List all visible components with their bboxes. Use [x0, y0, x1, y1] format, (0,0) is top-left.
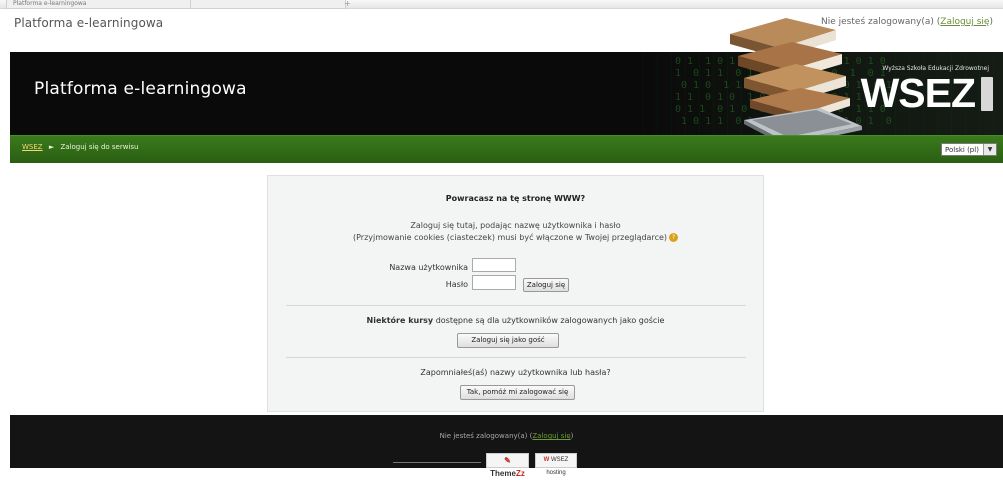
navbar: WSEZ ► Zaloguj się do serwisu Polski (pl… [10, 135, 1003, 164]
login-link[interactable]: Zaloguj się [940, 17, 989, 27]
books-laptop-illustration [730, 18, 862, 146]
password-input[interactable] [472, 275, 516, 290]
breadcrumb-separator: ► [48, 143, 55, 151]
username-label: Nazwa użytkownika [389, 263, 468, 272]
help-icon[interactable]: ? [669, 233, 679, 242]
cookies-note: (Przyjmowanie cookies (ciasteczek) musi … [268, 233, 763, 242]
breadcrumb-home-link[interactable]: WSEZ [22, 143, 43, 151]
login-button[interactable]: Zaloguj się [523, 278, 569, 292]
logo-text: WSEZ [860, 70, 976, 116]
site-footer: Nie jesteś zalogowany(a) (Zaloguj się) ✎… [10, 415, 1003, 478]
theme-logo[interactable]: ✎ ThemeZz [486, 453, 529, 478]
username-input[interactable] [472, 258, 516, 272]
theme-logo-mark: ✎ [504, 456, 511, 465]
login-intro: Zaloguj się tutaj, podając nazwę użytkow… [410, 221, 621, 230]
book-stack [730, 18, 850, 122]
footer-logos: ✎ ThemeZz W WSEZ hosting [393, 451, 633, 478]
browser-tab[interactable] [190, 0, 346, 9]
forgot-password-text: Zapomniałeś(aś) nazwy użytkownika lub ha… [420, 368, 611, 377]
divider [286, 357, 746, 358]
header-title: Platforma e-learningowa [34, 79, 247, 99]
guest-info-text: dostępne są dla użytkowników zalogowanyc… [435, 316, 665, 325]
language-select[interactable]: Polski (pl) ▼ [941, 143, 997, 156]
hosting-logo-text: WSEZ hosting [546, 457, 569, 476]
password-label: Hasło [445, 280, 468, 289]
divider [286, 305, 746, 306]
breadcrumb: WSEZ ► Zaloguj się do serwisu [22, 143, 138, 151]
chevron-down-icon[interactable]: ▼ [983, 144, 996, 155]
theme-logo-text: Theme [490, 469, 516, 478]
login-heading: Powracasz na tę stronę WWW? [445, 194, 586, 203]
guest-info: Niektóre kursy dostępne są dla użytkowni… [268, 316, 763, 325]
language-select-value: Polski (pl) [945, 146, 979, 154]
forgot-password-button[interactable]: Tak, pomóż mi zalogować się [460, 385, 575, 400]
browser-tab-bar: Platforma e-learningowa + [0, 0, 1003, 9]
logo-side-bar [981, 77, 993, 111]
wsez-logo[interactable]: Wyższa Szkoła Edukacji Zdrowotnej WSEZ [847, 65, 997, 123]
footer-login-link[interactable]: Zaloguj się [532, 432, 570, 440]
footer-divider [393, 462, 481, 463]
footer-login-status: Nie jesteś zalogowany(a) (Zaloguj się) [439, 432, 574, 440]
guest-login-button[interactable]: Zaloguj się jako gość [457, 333, 559, 348]
footer-login-status-text: Nie jesteś zalogowany(a) [439, 432, 528, 440]
breadcrumb-current: Zaloguj się do serwisu [60, 143, 139, 151]
browser-tab[interactable]: Platforma e-learningowa [6, 0, 194, 9]
main-content: Powracasz na tę stronę WWW? Zaloguj się … [10, 163, 1003, 415]
guest-info-bold: Niektóre kursy [366, 316, 434, 325]
hosting-logo[interactable]: W WSEZ hosting [535, 453, 577, 476]
site-title: Platforma e-learningowa [14, 16, 164, 30]
theme-logo-red: Zz [515, 469, 525, 478]
new-tab-button[interactable]: + [344, 0, 356, 8]
login-box: Powracasz na tę stronę WWW? Zaloguj się … [267, 175, 764, 412]
hosting-logo-mark: W [543, 457, 550, 463]
cookies-note-text: (Przyjmowanie cookies (ciasteczek) musi … [352, 233, 668, 242]
